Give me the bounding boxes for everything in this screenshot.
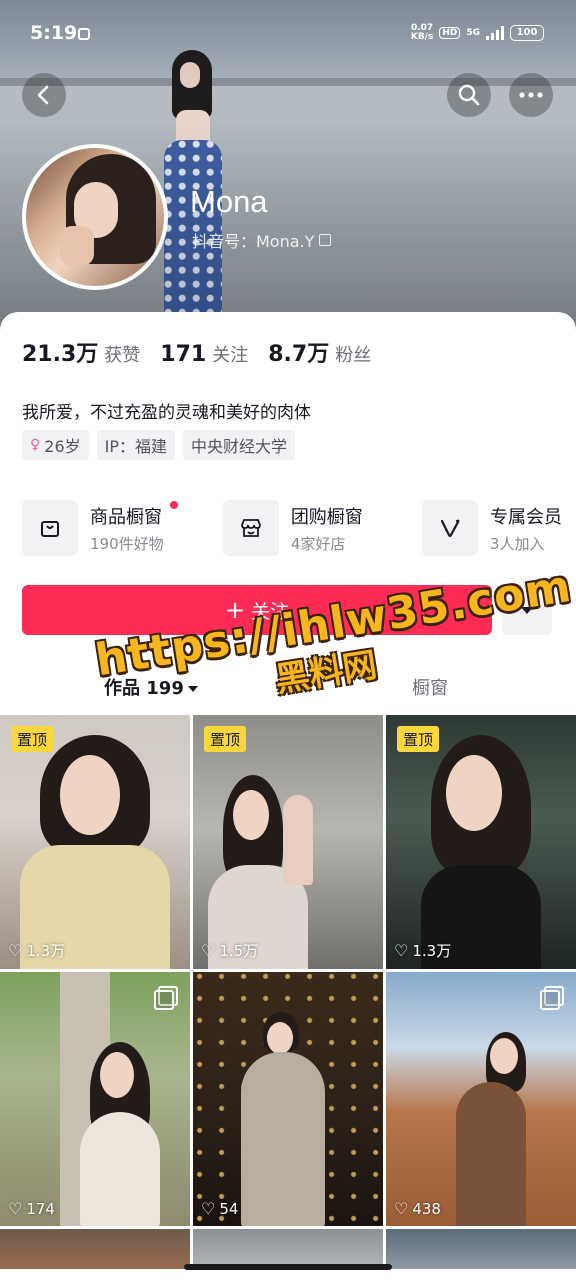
feature-title: 商品橱窗 [90, 506, 162, 528]
profile-tags: ♀ 26岁 IP：福建 中央财经大学 [22, 430, 296, 460]
pinned-badge: 置顶 [11, 726, 54, 752]
search-button[interactable] [447, 73, 491, 117]
network-type: 5G [466, 28, 480, 38]
like-count: ♡ 438 [394, 1199, 441, 1218]
hd-icon: HD [439, 27, 461, 39]
like-count: ♡ 1.3万 [394, 941, 452, 960]
feature-subtitle: 190件好物 [90, 534, 164, 553]
ip-tag: IP：福建 [96, 430, 176, 460]
douyin-id-text: 抖音号：Mona.Y [192, 232, 315, 251]
video-tile[interactable]: ♡ 438 [386, 972, 576, 1226]
age-text: 26岁 [44, 437, 81, 456]
heart-icon: ♡ [201, 1199, 216, 1218]
feature-title: 专属会员 [489, 506, 562, 528]
search-icon [458, 84, 480, 106]
pinned-badge: 置顶 [397, 726, 440, 752]
chevron-left-icon [37, 85, 49, 105]
heart-icon: ♡ [394, 1199, 409, 1218]
feature-subtitle: 3人加入 [489, 534, 545, 553]
heart-icon: ♡ [394, 941, 409, 960]
video-tile[interactable] [386, 1229, 576, 1269]
video-tile[interactable]: 置顶 ♡ 1.3万 [0, 715, 190, 969]
like-count: ♡ 174 [8, 1199, 55, 1218]
stat-label: 粉丝 [335, 345, 372, 366]
like-count: ♡ 1.5万 [201, 941, 259, 960]
more-dots-icon [519, 92, 543, 98]
product-showcase-entry[interactable]: 商品橱窗 190件好物 [22, 500, 178, 556]
stat-value: 21.3万 [22, 342, 99, 367]
stat-likes[interactable]: 21.3万 获赞 [22, 336, 140, 368]
feature-entries: 商品橱窗 190件好物 团购橱窗 4家好店 专属会员 3人加入 [22, 500, 562, 556]
heart-icon: ♡ [201, 941, 216, 960]
storefront-icon [222, 500, 279, 556]
age-tag: ♀ 26岁 [22, 430, 89, 460]
membership-entry[interactable]: 专属会员 3人加入 [421, 500, 562, 556]
video-tile[interactable] [0, 1229, 190, 1269]
feature-title: 团购橱窗 [290, 506, 363, 528]
group-buy-entry[interactable]: 团购橱窗 4家好店 [222, 500, 363, 556]
heart-icon: ♡ [8, 1199, 23, 1218]
status-time: 5:19 [30, 22, 78, 44]
battery-icon: 100 [510, 25, 544, 41]
notification-icon [78, 28, 90, 40]
v-membership-icon [421, 500, 478, 556]
stat-followers[interactable]: 8.7万 粉丝 [268, 336, 371, 368]
network-speed: 0.07 KB/s [410, 23, 434, 42]
video-tile[interactable]: 置顶 ♡ 1.5万 [193, 715, 383, 969]
copy-icon[interactable] [319, 234, 332, 246]
profile-stats: 21.3万 获赞 171 关注 8.7万 粉丝 [22, 336, 371, 368]
female-icon: ♀ [30, 437, 41, 453]
home-indicator[interactable] [184, 1264, 392, 1270]
like-count: ♡ 1.3万 [8, 941, 66, 960]
video-tile[interactable]: 置顶 ♡ 1.3万 [386, 715, 576, 969]
back-button[interactable] [22, 73, 66, 117]
pinned-badge: 置顶 [204, 726, 247, 752]
profile-bio: 我所爱，不过充盈的灵魂和美好的肉体 [22, 403, 311, 423]
stat-label: 获赞 [104, 345, 141, 366]
shopping-bag-icon [22, 500, 78, 556]
stat-label: 关注 [212, 345, 249, 366]
school-tag[interactable]: 中央财经大学 [183, 430, 296, 460]
like-count: ♡ 54 [201, 1199, 239, 1218]
video-tile[interactable] [193, 1229, 383, 1269]
douyin-id[interactable]: 抖音号：Mona.Y [192, 228, 332, 252]
stat-value: 171 [160, 342, 207, 367]
profile-name: Mona [190, 184, 268, 219]
feature-subtitle: 4家好店 [290, 534, 346, 553]
profile-card: 21.3万 获赞 171 关注 8.7万 粉丝 我所爱，不过充盈的灵魂和美好的肉… [0, 312, 576, 1280]
video-tile[interactable]: ♡ 174 [0, 972, 190, 1226]
new-indicator-dot [170, 500, 178, 509]
multi-image-icon [154, 986, 178, 1010]
multi-image-icon [540, 986, 564, 1010]
more-button[interactable] [509, 73, 553, 117]
status-bar: 5:19 0.07 KB/s HD 5G 100 [0, 0, 576, 64]
signal-icon [486, 26, 504, 40]
avatar[interactable] [22, 144, 168, 290]
heart-icon: ♡ [8, 941, 23, 960]
stat-following[interactable]: 171 关注 [160, 341, 248, 367]
stat-value: 8.7万 [268, 342, 330, 367]
video-tile[interactable]: ♡ 54 [193, 972, 383, 1226]
